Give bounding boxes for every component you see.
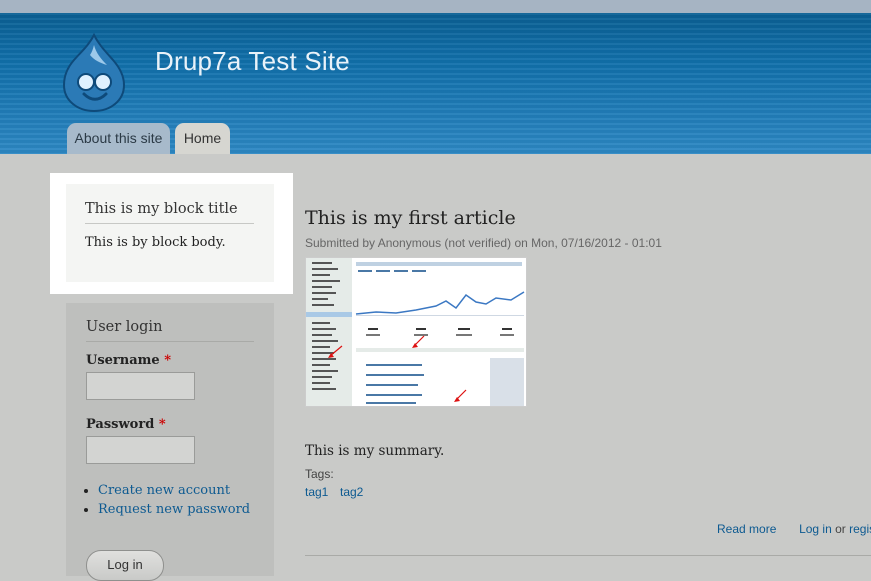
tab-about-this-site[interactable]: About this site <box>67 123 170 154</box>
password-input[interactable] <box>86 436 195 464</box>
login-button[interactable]: Log in <box>86 550 164 581</box>
article-links: Read more Log in or register <box>717 522 871 536</box>
article-screenshot-image <box>305 257 527 407</box>
article-title[interactable]: This is my first article <box>305 207 516 229</box>
drupal-logo-icon[interactable] <box>62 33 126 113</box>
username-label-text: Username <box>86 353 160 368</box>
block-body: This is by block body. <box>85 235 226 250</box>
password-label-text: Password <box>86 417 155 432</box>
or-text: or <box>835 522 846 536</box>
list-item: Request new password <box>98 502 250 517</box>
block-title: This is my block title <box>85 201 254 224</box>
create-account-link[interactable]: Create new account <box>98 483 230 498</box>
article-summary: This is my summary. <box>305 442 445 459</box>
required-asterisk: * <box>158 417 166 432</box>
username-label: Username * <box>86 353 171 368</box>
read-more-link[interactable]: Read more <box>717 522 776 536</box>
tab-home[interactable]: Home <box>175 123 230 154</box>
request-password-link[interactable]: Request new password <box>98 502 250 517</box>
user-login-title: User login <box>86 319 254 342</box>
custom-block-highlight: This is my block title This is by block … <box>50 173 293 294</box>
site-name[interactable]: Drup7a Test Site <box>155 46 350 77</box>
register-link[interactable]: register <box>849 522 871 536</box>
password-label: Password * <box>86 417 166 432</box>
user-login-block: User login Username * Password * Create … <box>66 303 274 581</box>
list-item: Create new account <box>98 483 250 498</box>
article-divider <box>305 555 871 556</box>
tags-label: Tags: <box>305 467 334 481</box>
custom-block: This is my block title This is by block … <box>66 184 274 282</box>
tag-link[interactable]: tag2 <box>340 485 363 499</box>
login-links-list: Create new account Request new password <box>86 483 250 521</box>
required-asterisk: * <box>164 353 172 368</box>
username-input[interactable] <box>86 372 195 400</box>
log-in-link[interactable]: Log in <box>799 522 832 536</box>
site-header: Drup7a Test Site About this site Home <box>0 13 871 154</box>
tag-link[interactable]: tag1 <box>305 485 328 499</box>
browser-chrome-strip <box>0 0 871 13</box>
article-submitted-info: Submitted by Anonymous (not verified) on… <box>305 236 662 250</box>
